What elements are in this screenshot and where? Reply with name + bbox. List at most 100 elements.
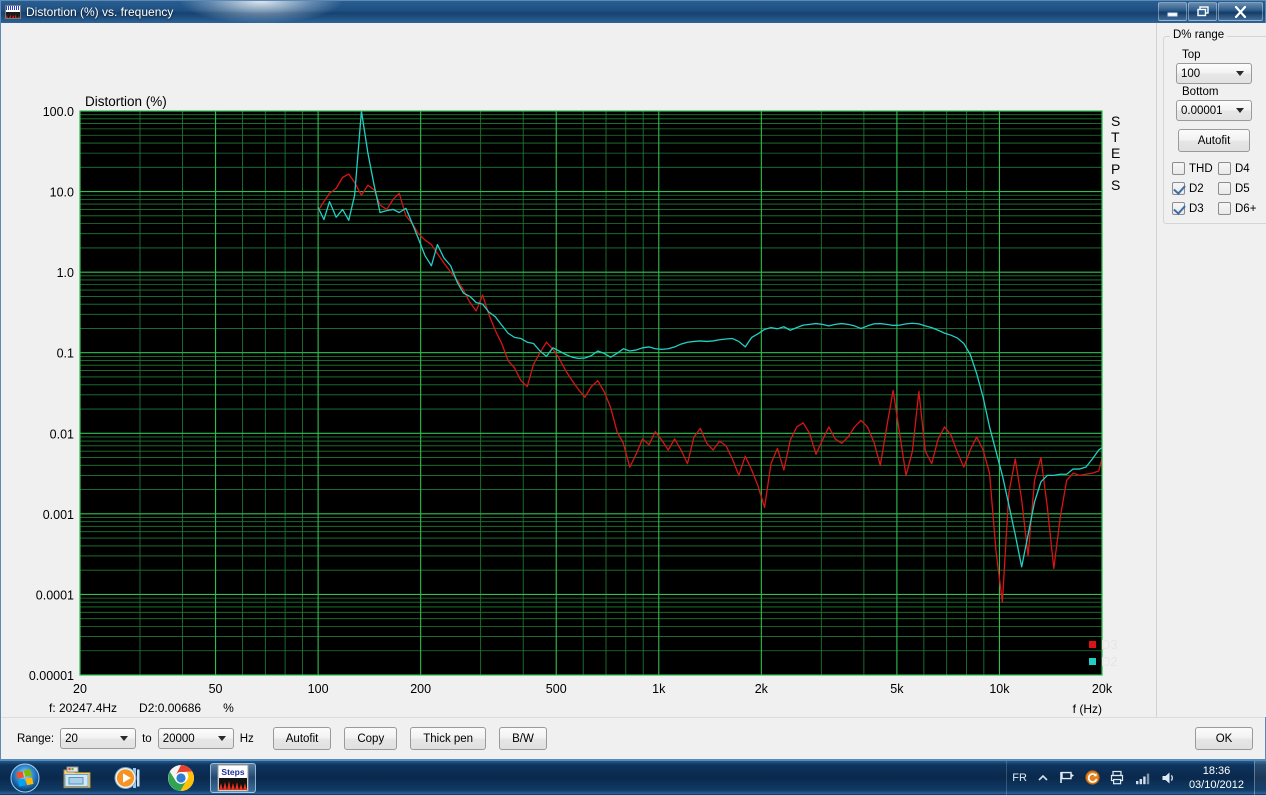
right-control-panel: D% range Top 100 Bottom 0.00001 Autofit … xyxy=(1157,23,1266,717)
checkbox-label: D3 xyxy=(1189,203,1204,215)
top-range-dropdown[interactable]: 100 xyxy=(1176,63,1252,84)
checkbox-d3[interactable]: D3 xyxy=(1172,202,1218,215)
legend-label-d3: D3 xyxy=(1101,637,1118,652)
d-percent-range-group: D% range Top 100 Bottom 0.00001 Autofit … xyxy=(1163,36,1266,224)
checkbox-label: D4 xyxy=(1235,163,1250,175)
x-tick-20k: 20k xyxy=(1092,682,1113,696)
network-icon[interactable] xyxy=(1135,771,1151,785)
to-label: to xyxy=(142,733,152,745)
autofit-range-button[interactable]: Autofit xyxy=(1178,129,1250,152)
checkbox-thd[interactable]: THD xyxy=(1172,162,1218,175)
taskbar-item-steps[interactable]: Steps xyxy=(210,763,256,793)
checkbox-d6-plus[interactable]: D6+ xyxy=(1218,202,1264,215)
legend-swatch-d2 xyxy=(1089,658,1096,665)
close-button[interactable] xyxy=(1218,2,1263,21)
ok-button[interactable]: OK xyxy=(1195,727,1253,750)
steps-letter: S xyxy=(1111,177,1120,193)
start-button[interactable] xyxy=(2,762,48,794)
top-range-value: 100 xyxy=(1181,68,1233,80)
taskbar-item-chrome[interactable] xyxy=(158,763,204,793)
steps-side-label: STEPS xyxy=(1111,113,1120,193)
chart-title: Distortion (%) xyxy=(85,94,167,109)
range-from-dropdown[interactable]: 20 xyxy=(60,728,136,749)
checkbox-box xyxy=(1218,162,1231,175)
readout-value: D2:0.00686 xyxy=(139,701,201,715)
chevron-up-icon[interactable] xyxy=(1037,772,1049,784)
copy-button[interactable]: Copy xyxy=(344,727,397,750)
taskbar-item-explorer[interactable] xyxy=(54,763,100,793)
svg-text:Steps: Steps xyxy=(221,767,244,777)
application-window: Distortion (%) vs. frequency xyxy=(0,0,1266,760)
window-title: Distortion (%) vs. frequency xyxy=(26,5,173,19)
legend-label-d2: D2 xyxy=(1101,654,1118,669)
range-label: Range: xyxy=(17,733,54,745)
range-to-dropdown[interactable]: 20000 xyxy=(158,728,234,749)
checkbox-box xyxy=(1172,162,1185,175)
restore-button[interactable] xyxy=(1188,2,1217,21)
x-tick-200: 200 xyxy=(410,682,431,696)
x-tick-5k: 5k xyxy=(890,682,904,696)
checkbox-box xyxy=(1172,202,1185,215)
checkbox-box xyxy=(1218,202,1231,215)
x-tick-10k: 10k xyxy=(989,682,1010,696)
tray-language-indicator[interactable]: FR xyxy=(1012,772,1027,784)
y-tick-0.1: 0.1 xyxy=(57,347,74,361)
harmonic-checkbox-grid: THD D4 D2 D5 D3 D6+ xyxy=(1172,162,1264,215)
distortion-chart[interactable]: 20501002005001k2k5k10k20k 100.010.01.00.… xyxy=(1,23,1156,719)
range-from-value: 20 xyxy=(65,733,117,745)
readout-unit: % xyxy=(223,701,234,715)
printer-icon[interactable] xyxy=(1110,770,1125,785)
update-icon[interactable] xyxy=(1085,770,1100,785)
checkbox-label: D6+ xyxy=(1235,203,1256,215)
show-desktop-button[interactable] xyxy=(1254,761,1266,795)
bottom-range-dropdown[interactable]: 0.00001 xyxy=(1176,100,1252,121)
thick-pen-button[interactable]: Thick pen xyxy=(410,727,486,750)
y-tick-0.001: 0.001 xyxy=(43,508,74,522)
checkbox-box xyxy=(1172,182,1185,195)
checkbox-d4[interactable]: D4 xyxy=(1218,162,1264,175)
window-body: 20501002005001k2k5k10k20k 100.010.01.00.… xyxy=(1,23,1265,717)
y-tick-100.0: 100.0 xyxy=(43,105,74,119)
steps-letter: E xyxy=(1111,145,1120,161)
windows-taskbar: Steps FR xyxy=(0,760,1266,794)
taskbar-item-media-player[interactable] xyxy=(106,763,152,793)
y-tick-1.0: 1.0 xyxy=(57,266,74,280)
steps-letter: P xyxy=(1111,161,1120,177)
checkbox-label: THD xyxy=(1189,163,1213,175)
steps-letter: T xyxy=(1111,129,1120,145)
flag-icon[interactable] xyxy=(1059,770,1075,785)
bottom-label: Bottom xyxy=(1182,86,1264,98)
checkbox-d2[interactable]: D2 xyxy=(1172,182,1218,195)
volume-icon[interactable] xyxy=(1161,771,1176,785)
frequency-unit-label: Hz xyxy=(240,733,254,745)
range-to-value: 20000 xyxy=(163,733,215,745)
taskbar-clock[interactable]: 18:36 03/10/2012 xyxy=(1189,764,1244,792)
checkbox-label: D2 xyxy=(1189,183,1204,195)
checkbox-d5[interactable]: D5 xyxy=(1218,182,1264,195)
x-tick-50: 50 xyxy=(209,682,223,696)
minimize-button[interactable] xyxy=(1158,2,1187,21)
checkbox-label: D5 xyxy=(1235,183,1250,195)
chevron-down-icon xyxy=(1236,108,1244,113)
group-title: D% range xyxy=(1170,29,1227,41)
clock-time: 18:36 xyxy=(1189,764,1244,778)
distortion-app-icon xyxy=(5,5,21,19)
checkbox-box xyxy=(1218,182,1231,195)
top-label: Top xyxy=(1182,49,1264,61)
clock-date: 03/10/2012 xyxy=(1189,778,1244,792)
x-tick-2k: 2k xyxy=(755,682,769,696)
system-tray: FR xyxy=(1006,761,1254,795)
x-tick-100: 100 xyxy=(308,682,329,696)
steps-letter: S xyxy=(1111,113,1120,129)
bottom-toolbar: Range: 20 to 20000 Hz Autofit Copy Thick… xyxy=(1,717,1265,759)
autofit-button[interactable]: Autofit xyxy=(273,727,332,750)
window-titlebar[interactable]: Distortion (%) vs. frequency xyxy=(1,1,1265,23)
app-icon-header xyxy=(6,6,20,10)
chart-pane[interactable]: 20501002005001k2k5k10k20k 100.010.01.00.… xyxy=(1,23,1157,717)
y-tick-0.00001: 0.00001 xyxy=(29,669,74,683)
bw-button[interactable]: B/W xyxy=(499,727,547,750)
x-tick-500: 500 xyxy=(546,682,567,696)
y-tick-0.01: 0.01 xyxy=(50,427,74,441)
y-tick-0.0001: 0.0001 xyxy=(36,588,74,602)
chevron-down-icon xyxy=(120,736,128,741)
